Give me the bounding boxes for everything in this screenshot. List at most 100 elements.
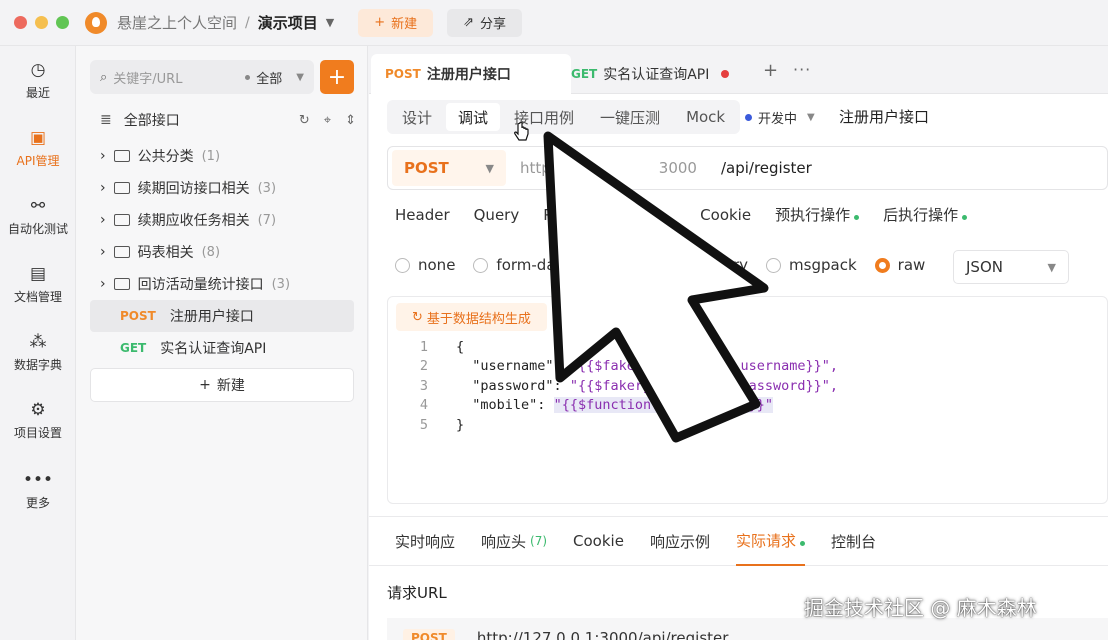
method-select[interactable]: POST ▼ [392, 150, 506, 186]
tab-design[interactable]: 设计 [390, 103, 444, 131]
app-logo-icon [85, 11, 107, 34]
line-number: 5 [419, 416, 428, 433]
rail-item-more[interactable]: ••• 更多 [0, 470, 76, 511]
tab-path[interactable]: Path [543, 204, 576, 225]
filter-label: 全部 [256, 71, 283, 87]
request-url-row: POST http://127.0.0.1:3000/api/register [387, 618, 1108, 640]
radio-label: form-data [496, 256, 571, 274]
main-panel: POST 注册用户接口 GET 实名认证查询API + ··· 设计 调试 接口… [369, 46, 1108, 640]
chevron-right-icon: › [100, 244, 106, 260]
endpoint-item-register[interactable]: POST 注册用户接口 [90, 300, 354, 332]
url-host-tail[interactable]: 3000 [659, 159, 697, 177]
code-value: "{{$fakerjs.Internet.password}}", [569, 377, 839, 394]
radio-binary[interactable]: binary [701, 256, 748, 274]
folder-icon [113, 150, 130, 162]
radio-label: binary [700, 256, 749, 274]
rail-item-api[interactable]: ▣ API管理 [0, 128, 76, 169]
tab-register[interactable]: POST 注册用户接口 [371, 54, 571, 94]
tab-live-response[interactable]: 实时响应 [395, 516, 455, 566]
rail-item-settings[interactable]: ⚙ 项目设置 [0, 400, 76, 441]
tab-response-example[interactable]: 响应示例 [650, 516, 710, 566]
tab-query[interactable]: Query [474, 204, 520, 225]
close-window-button[interactable] [14, 16, 27, 29]
folder-icon [113, 182, 130, 194]
radio-none[interactable]: none [395, 256, 455, 274]
tab-response-headers[interactable]: 响应头 (7) [481, 516, 547, 566]
code-key: "mobile" [472, 397, 538, 414]
code-line: 1 { [388, 337, 1108, 357]
add-api-button[interactable]: + [320, 60, 354, 94]
folder-icon [113, 214, 130, 226]
body-editor[interactable]: ↻ 基于数据结构生成 1 { 2 "username": "{{$fakerjs… [387, 296, 1108, 504]
url-host[interactable]: http [520, 159, 551, 177]
tab-debug[interactable]: 调试 [446, 103, 501, 131]
api-name-field[interactable]: 注册用户接口 [839, 106, 929, 127]
breadcrumb-project[interactable]: 演示项目 [258, 12, 318, 33]
folder-item[interactable]: › 回访活动量统计接口 (3) [100, 274, 356, 294]
tree-title[interactable]: 全部接口 [124, 110, 180, 130]
tab-method: POST [385, 67, 421, 81]
endpoint-item-realname[interactable]: GET 实名认证查询API [90, 332, 354, 364]
tab-post-script[interactable]: 后执行操作 [883, 204, 968, 225]
tab-header[interactable]: Header [395, 204, 450, 225]
rail-item-recent[interactable]: ◷ 最近 [0, 60, 76, 101]
folder-item[interactable]: › 续期回访接口相关 (3) [100, 178, 356, 198]
folder-item[interactable]: › 码表相关 (8) [100, 242, 356, 262]
radio-raw[interactable]: raw [874, 256, 925, 274]
tab-response-cookie[interactable]: Cookie [573, 516, 624, 566]
locate-icon[interactable]: ⌖ [324, 113, 331, 128]
status-dot-icon [962, 215, 968, 220]
url-path-input[interactable]: /api/register [721, 159, 812, 177]
code-area[interactable]: 1 { 2 "username": "{{$fakerjs.Internet.u… [388, 337, 1108, 435]
body-type-group: none form-data binary msgpack raw [395, 256, 943, 274]
mode-tabs: 设计 调试 接口用例 一键压测 Mock [387, 100, 741, 134]
tab-label: Cookie [700, 205, 752, 224]
share-button[interactable]: ⇗ 分享 [447, 8, 523, 37]
rail-item-automation[interactable]: ⚯ 自动化测试 [0, 196, 76, 237]
body-format-select[interactable]: JSON ▼ [953, 250, 1069, 284]
radio-form-data[interactable]: form-data [473, 256, 571, 274]
rail-item-dictionary[interactable]: ⁂ 数据字典 [0, 332, 76, 373]
clock-icon: ◷ [30, 60, 46, 80]
chevron-right-icon: › [100, 180, 106, 196]
tab-cookie[interactable]: Cookie [700, 204, 751, 225]
more-tabs-icon[interactable]: ··· [793, 60, 811, 79]
tab-stress-test[interactable]: 一键压测 [588, 103, 672, 131]
search-input[interactable]: ⌕ 关键字/URL 全部 ▼ [90, 60, 314, 94]
chevron-down-icon: ▼ [296, 71, 304, 83]
line-number: 3 [419, 377, 428, 394]
filter-select[interactable]: 全部 ▼ [245, 68, 304, 87]
method-badge: POST [403, 629, 455, 640]
rail-item-docs[interactable]: ▤ 文档管理 [0, 264, 76, 305]
breadcrumb-space[interactable]: 悬崖之上个人空间 [117, 12, 237, 33]
status-select[interactable]: 开发中 ▼ [745, 108, 815, 127]
refresh-icon: ↻ [412, 309, 423, 325]
new-button[interactable]: + 新建 [358, 8, 434, 37]
tab-realname[interactable]: GET 实名认证查询API [557, 54, 743, 94]
add-tab-icon[interactable]: + [763, 60, 778, 81]
generate-from-schema-button[interactable]: ↻ 基于数据结构生成 [396, 303, 547, 331]
tab-label: Path [543, 205, 577, 224]
collapse-icon[interactable]: ⇕ [345, 113, 356, 128]
folder-count: (8) [201, 244, 221, 260]
body-format-value: JSON [966, 258, 1003, 276]
request-url-value: http://127.0.0.1:3000/api/register [476, 629, 729, 640]
refresh-icon[interactable]: ↻ [299, 113, 310, 128]
folder-item[interactable]: › 公共分类 (1) [100, 146, 356, 166]
sidebar-new-button[interactable]: + 新建 [90, 368, 354, 402]
chevron-down-icon[interactable]: ▼ [326, 16, 334, 29]
tab-pre-script[interactable]: 预执行操作 [775, 204, 860, 225]
code-line: 5 } [388, 415, 1108, 435]
tab-mock[interactable]: Mock [674, 103, 737, 131]
folder-name: 回访活动量统计接口 [137, 277, 264, 293]
minimize-window-button[interactable] [35, 16, 48, 29]
code-line: 3 "password": "{{$fakerjs.Internet.passw… [388, 376, 1108, 396]
zoom-window-button[interactable] [56, 16, 69, 29]
tab-actual-request[interactable]: 实际请求 [735, 516, 805, 566]
folder-item[interactable]: › 续期应收任务相关 (7) [100, 210, 356, 230]
unsaved-dot-icon [721, 70, 730, 78]
dictionary-icon: ⁂ [29, 332, 47, 352]
tab-console[interactable]: 控制台 [831, 516, 876, 566]
radio-msgpack[interactable]: msgpack [766, 256, 857, 274]
radio-icon [766, 257, 782, 273]
